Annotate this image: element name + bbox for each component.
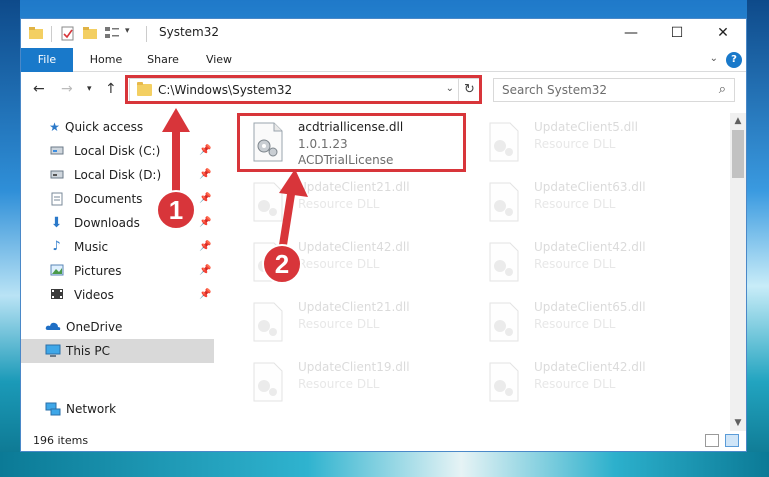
- step-badge-2: 2: [262, 244, 302, 284]
- step-badge-1: 1: [156, 190, 196, 230]
- arrow-2-shaft: [279, 184, 296, 249]
- annotation-arrows: [162, 108, 308, 249]
- arrow-1-head: [162, 108, 190, 132]
- arrow-2-head: [279, 169, 308, 197]
